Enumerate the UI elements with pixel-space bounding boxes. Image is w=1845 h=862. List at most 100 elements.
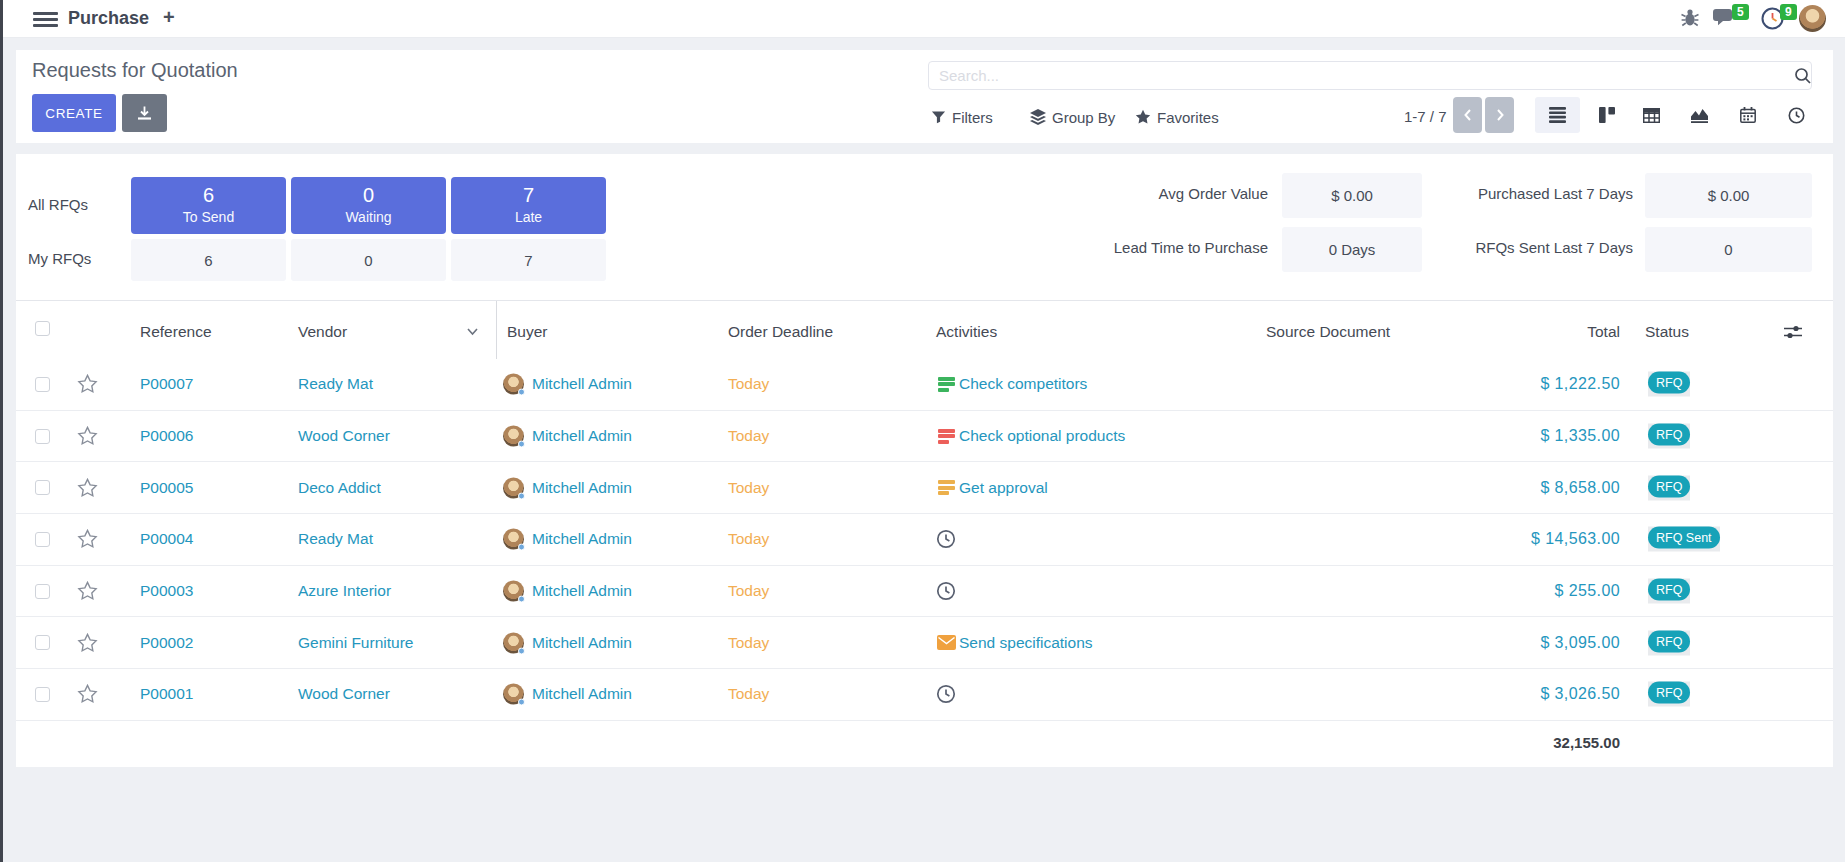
row-total: $ 1,335.00 <box>1540 427 1620 445</box>
select-all-checkbox[interactable] <box>35 321 50 336</box>
row-total: $ 3,026.50 <box>1540 685 1620 703</box>
row-vendor-link[interactable]: Wood Corner <box>298 427 390 445</box>
view-list-button[interactable] <box>1535 97 1580 133</box>
tile-waiting[interactable]: 0 Waiting <box>291 177 446 234</box>
row-reference-link[interactable]: P00004 <box>140 530 193 548</box>
tile-late[interactable]: 7 Late <box>451 177 606 234</box>
table-row[interactable]: P00005 Deco Addict Mitchell Admin Today … <box>16 462 1833 514</box>
row-reference-link[interactable]: P00001 <box>140 685 193 703</box>
row-vendor-link[interactable]: Ready Mat <box>298 530 373 548</box>
favorite-star-icon[interactable] <box>77 581 98 602</box>
user-avatar[interactable] <box>1799 5 1826 32</box>
view-pivot-button[interactable] <box>1629 97 1674 133</box>
row-buyer-link[interactable]: Mitchell Admin <box>532 582 632 600</box>
row-buyer-link[interactable]: Mitchell Admin <box>532 685 632 703</box>
table-row[interactable]: P00004 Ready Mat Mitchell Admin Today $ … <box>16 514 1833 566</box>
export-button[interactable] <box>122 94 167 132</box>
table-row[interactable]: P00001 Wood Corner Mitchell Admin Today … <box>16 669 1833 721</box>
activity-icon[interactable] <box>936 581 956 601</box>
col-buyer[interactable]: Buyer <box>507 323 548 341</box>
my-rfqs-label: My RFQs <box>28 250 124 267</box>
col-source[interactable]: Source Document <box>1266 323 1390 341</box>
activity-icon[interactable] <box>936 684 956 704</box>
col-total[interactable]: Total <box>1587 323 1620 341</box>
favorite-star-icon[interactable] <box>77 529 98 550</box>
row-checkbox[interactable] <box>35 532 50 547</box>
buyer-avatar <box>503 477 524 498</box>
row-checkbox[interactable] <box>35 584 50 599</box>
activity-icon[interactable] <box>936 374 956 394</box>
table-row[interactable]: P00003 Azure Interior Mitchell Admin Tod… <box>16 566 1833 618</box>
app-name[interactable]: Purchase <box>68 8 149 29</box>
view-calendar-button[interactable] <box>1725 97 1770 133</box>
row-buyer-link[interactable]: Mitchell Admin <box>532 479 632 497</box>
row-vendor-link[interactable]: Gemini Furniture <box>298 634 413 652</box>
row-total: $ 1,222.50 <box>1540 375 1620 393</box>
debug-bug-icon[interactable] <box>1678 6 1702 30</box>
pager-next-button[interactable] <box>1485 97 1514 133</box>
row-checkbox[interactable] <box>35 377 50 392</box>
table-row[interactable]: P00007 Ready Mat Mitchell Admin Today Ch… <box>16 359 1833 411</box>
search-icon[interactable] <box>1794 67 1812 85</box>
row-reference-link[interactable]: P00007 <box>140 375 193 393</box>
messages-count-badge[interactable]: 5 <box>1732 4 1749 20</box>
row-checkbox[interactable] <box>35 687 50 702</box>
window-edge <box>0 0 3 862</box>
row-reference-link[interactable]: P00005 <box>140 479 193 497</box>
row-vendor-link[interactable]: Deco Addict <box>298 479 381 497</box>
favorite-star-icon[interactable] <box>77 632 98 653</box>
apps-menu-icon[interactable] <box>33 12 58 28</box>
col-status[interactable]: Status <box>1645 323 1689 341</box>
row-buyer-link[interactable]: Mitchell Admin <box>532 427 632 445</box>
row-checkbox[interactable] <box>35 429 50 444</box>
favorite-star-icon[interactable] <box>77 426 98 447</box>
view-activity-button[interactable] <box>1774 97 1819 133</box>
row-deadline: Today <box>728 685 769 703</box>
row-checkbox[interactable] <box>35 480 50 495</box>
favorites-button[interactable]: Favorites <box>1135 106 1219 128</box>
row-reference-link[interactable]: P00002 <box>140 634 193 652</box>
row-deadline: Today <box>728 582 769 600</box>
col-vendor[interactable]: Vendor <box>298 323 347 341</box>
my-waiting[interactable]: 0 <box>291 239 446 281</box>
filters-button[interactable]: Filters <box>931 106 993 128</box>
activity-icon[interactable] <box>936 633 956 653</box>
tile-to-send[interactable]: 6 To Send <box>131 177 286 234</box>
row-buyer-link[interactable]: Mitchell Admin <box>532 530 632 548</box>
table-row[interactable]: P00002 Gemini Furniture Mitchell Admin T… <box>16 617 1833 669</box>
row-vendor-link[interactable]: Wood Corner <box>298 685 390 703</box>
activity-icon[interactable] <box>936 426 956 446</box>
optional-columns-icon[interactable] <box>1784 325 1802 339</box>
my-late[interactable]: 7 <box>451 239 606 281</box>
activity-label[interactable]: Check optional products <box>959 427 1125 445</box>
row-buyer-link[interactable]: Mitchell Admin <box>532 375 632 393</box>
group-by-button[interactable]: Group By <box>1030 106 1115 128</box>
pager-previous-button[interactable] <box>1453 97 1482 133</box>
activity-label[interactable]: Check competitors <box>959 375 1087 393</box>
search-input[interactable] <box>928 61 1812 90</box>
view-kanban-button[interactable] <box>1584 97 1629 133</box>
row-buyer-link[interactable]: Mitchell Admin <box>532 634 632 652</box>
favorite-star-icon[interactable] <box>77 684 98 705</box>
activity-icon[interactable] <box>936 478 956 498</box>
new-tab-plus-icon[interactable]: + <box>163 6 175 29</box>
row-vendor-link[interactable]: Ready Mat <box>298 375 373 393</box>
col-activities[interactable]: Activities <box>936 323 997 341</box>
favorite-star-icon[interactable] <box>77 374 98 395</box>
activity-icon[interactable] <box>936 529 956 549</box>
activities-count-badge[interactable]: 9 <box>1780 4 1797 20</box>
create-button[interactable]: CREATE <box>32 94 116 132</box>
view-graph-button[interactable] <box>1677 97 1722 133</box>
col-reference[interactable]: Reference <box>140 323 212 341</box>
row-vendor-link[interactable]: Azure Interior <box>298 582 391 600</box>
col-deadline[interactable]: Order Deadline <box>728 323 833 341</box>
my-to-send[interactable]: 6 <box>131 239 286 281</box>
calendar-view-icon <box>1740 107 1756 123</box>
activity-label[interactable]: Send specifications <box>959 634 1093 652</box>
row-reference-link[interactable]: P00006 <box>140 427 193 445</box>
row-reference-link[interactable]: P00003 <box>140 582 193 600</box>
favorite-star-icon[interactable] <box>77 477 98 498</box>
activity-label[interactable]: Get approval <box>959 479 1048 497</box>
row-checkbox[interactable] <box>35 635 50 650</box>
table-row[interactable]: P00006 Wood Corner Mitchell Admin Today … <box>16 411 1833 463</box>
